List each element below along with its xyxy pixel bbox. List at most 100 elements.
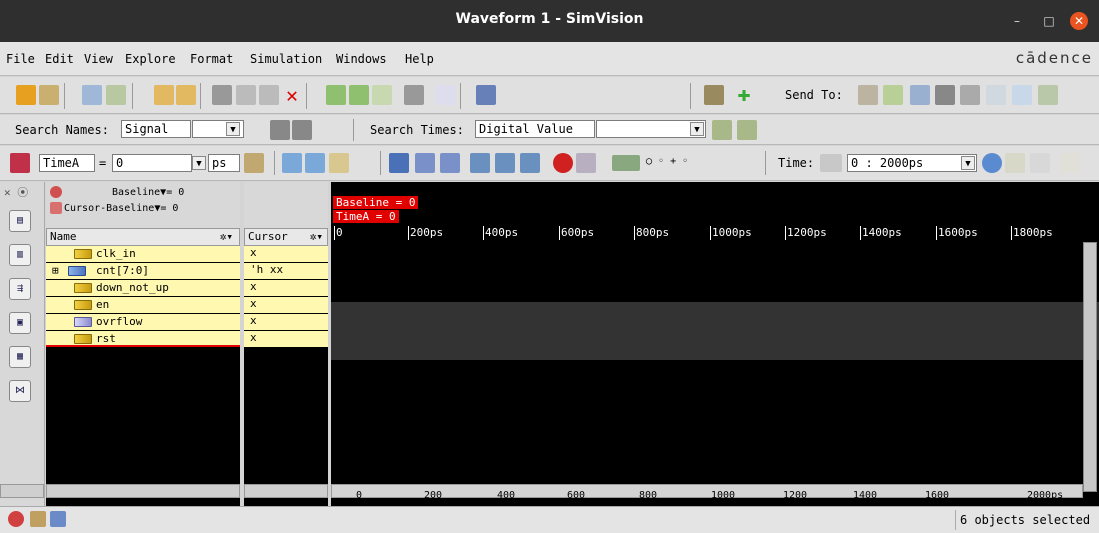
horizontal-scrollbar[interactable] [0,484,44,498]
search-prev-icon[interactable] [270,120,290,140]
undo-icon[interactable] [154,85,174,105]
horizontal-scrollbar[interactable] [46,484,240,498]
cursor-column-header[interactable]: Cursor ✲▾ [244,228,328,246]
compare-icon[interactable]: ⋈ [9,380,31,402]
send-to-browser-icon[interactable] [858,85,878,105]
horizontal-scrollbar[interactable] [244,484,328,498]
marker-icon[interactable]: ▣ [9,312,31,334]
chevron-down-icon[interactable]: ▼ [690,122,704,136]
cursor-time-input[interactable]: 0 [112,154,192,172]
time-unit-select[interactable]: ps [208,154,240,172]
snap-icon[interactable] [244,153,264,173]
signal-row[interactable]: down_not_up [46,280,240,296]
send-to-source-icon[interactable] [910,85,930,105]
stop-sim-icon[interactable] [8,511,24,527]
find-binoculars-icon[interactable] [404,85,424,105]
zoom-in-out-icon[interactable] [1005,153,1025,173]
zoom-icon[interactable] [982,153,1002,173]
breakpoint-icon[interactable] [576,153,596,173]
delete-icon[interactable]: ✕ [282,85,302,105]
search-times-prev-icon[interactable] [712,120,732,140]
search-next-icon[interactable] [292,120,312,140]
name-column-header[interactable]: Name ✲▾ [46,228,240,246]
signal-row[interactable]: ⊞ cnt[7:0] [46,263,240,279]
signal-row[interactable]: rst [46,331,240,347]
new-window-icon[interactable] [82,85,102,105]
paste-icon[interactable] [259,85,279,105]
vertical-scrollbar[interactable] [1083,242,1097,492]
signal-row[interactable]: ovrflow [46,314,240,330]
window-clone-icon[interactable] [106,85,126,105]
zoom-full-icon[interactable] [1030,153,1050,173]
send-to-schematic-icon-2[interactable] [935,85,955,105]
bus-icon[interactable]: ⇶ [9,278,31,300]
zoom-cursor-icon[interactable] [1060,153,1080,173]
chevron-down-icon[interactable]: ▼ [226,122,240,136]
go-prev-edge-icon[interactable] [282,153,302,173]
menu-edit[interactable]: Edit [45,52,74,66]
grid-icon[interactable] [436,85,456,105]
edge-options-icon[interactable] [329,153,349,173]
group-icon[interactable]: ▦ [9,346,31,368]
browser-icon[interactable]: ▤ [9,210,31,232]
send-to-register-icon[interactable] [960,85,980,105]
save-icon[interactable] [50,511,66,527]
send-to-schematic-icon[interactable] [39,85,59,105]
signal-row[interactable]: en [46,297,240,313]
maximize-button[interactable]: □ [1040,12,1058,30]
collapse-signal-icon[interactable] [349,85,369,105]
search-names-type-select[interactable]: Signal [121,120,191,138]
time-range-icon[interactable] [820,154,842,172]
pause-icon[interactable] [415,153,435,173]
run-icon[interactable] [389,153,409,173]
tools-icon[interactable] [704,85,724,105]
stop-icon[interactable] [553,153,573,173]
step-out-icon[interactable] [520,153,540,173]
redo-icon[interactable] [176,85,196,105]
send-to-list-icon[interactable] [1012,85,1032,105]
send-to-memory-icon[interactable] [1038,85,1058,105]
baseline-marker[interactable]: Baseline = 0 [333,196,419,209]
expand-signal-icon[interactable] [326,85,346,105]
close-button[interactable]: ✕ [1070,12,1088,30]
menu-view[interactable]: View [84,52,113,66]
search-times-type-select[interactable]: Digital Value [475,120,595,138]
signal-row[interactable]: clk_in [46,246,240,262]
step-icon[interactable] [470,153,490,173]
minimize-button[interactable]: – [1008,12,1026,30]
cursor-select[interactable]: TimeA [39,154,95,172]
gear-icon[interactable]: ✲▾ [220,229,233,245]
send-to-table-icon[interactable] [986,85,1006,105]
menu-explore[interactable]: Explore [125,52,176,66]
ungroup-icon[interactable] [372,85,392,105]
close-panel-icon[interactable]: ✕ ⦿ [4,184,28,200]
signal-icon[interactable]: ▥ [9,244,31,266]
menu-help[interactable]: Help [405,52,434,66]
menu-simulation[interactable]: Simulation [250,52,322,66]
gear-icon[interactable]: ✲▾ [310,229,323,245]
chevron-down-icon[interactable]: ▼ [961,156,975,170]
cursor-baseline-label[interactable]: Cursor-Baseline▼= 0 [64,203,178,214]
send-to-waveform-icon[interactable] [883,85,903,105]
step-in-icon[interactable] [495,153,515,173]
rewind-icon[interactable] [440,153,460,173]
chevron-down-icon[interactable]: ▼ [192,156,206,170]
send-to-design-browser-icon[interactable] [16,85,36,105]
cursor-value-panel: Cursor ✲▾ x 'h xx x x x x [244,182,328,506]
baseline-label[interactable]: Baseline▼= 0 [112,187,184,198]
cut-icon[interactable] [212,85,232,105]
time-range-input[interactable]: 0 : 2000ps [847,154,977,172]
go-next-edge-icon[interactable] [305,153,325,173]
menu-windows[interactable]: Windows [336,52,387,66]
menu-format[interactable]: Format [190,52,233,66]
menu-file[interactable]: File [6,52,35,66]
tools-status-icon[interactable] [30,511,46,527]
expand-icon[interactable]: ⊞ [52,263,59,279]
timea-marker[interactable]: TimeA = 0 [333,210,399,223]
cursor-flag-icon[interactable] [10,153,30,173]
display-mode-icon[interactable] [476,85,496,105]
copy-icon[interactable] [236,85,256,105]
time-scrollbar[interactable] [331,484,1083,498]
add-icon[interactable]: ✚ [734,84,754,106]
search-times-next-icon[interactable] [737,120,757,140]
